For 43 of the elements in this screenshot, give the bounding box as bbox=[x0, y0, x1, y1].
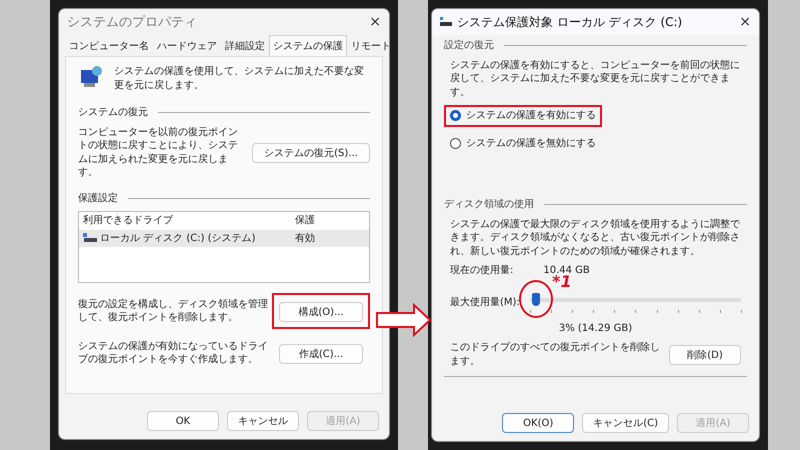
radio-option[interactable]: システムの保護を有効にする bbox=[444, 105, 602, 126]
tab[interactable]: 詳細設定 bbox=[221, 35, 269, 56]
field-label: 現在の使用量: bbox=[450, 264, 514, 278]
system-restore-button[interactable]: システムの復元(S)... bbox=[252, 142, 370, 162]
section-heading: システムの復元 bbox=[78, 106, 148, 120]
description-text: 復元の設定を構成し、ディスク領域を管理して、復元ポイントを削除します。 bbox=[78, 298, 269, 324]
description-text: システムの保護で最大限のディスク領域を使用するように調整できます。ディスク領域がなくなると、古い復元ポイントが削除され、新しい復元ポイントのための領域が確保されます。 bbox=[449, 218, 741, 258]
intro-text: システムの保護を使用して、システムに加えた不要な変更を元に戻します。 bbox=[114, 65, 365, 92]
usage-reading: 3% (14.29 GB) bbox=[558, 322, 634, 335]
tab[interactable]: ハードウェア bbox=[153, 35, 221, 56]
delete-button[interactable]: 削除(D) bbox=[669, 344, 741, 364]
field-label: 最大使用量(M): bbox=[450, 296, 520, 310]
section-heading: 設定の復元 bbox=[444, 39, 494, 52]
dialog-button[interactable]: キャンセル bbox=[227, 411, 299, 431]
description-text: コンピューターを以前の復元ポイントの状態に戻すことにより、システムに加えられた変更を元に戻します。 bbox=[78, 126, 239, 180]
computer-restore-icon bbox=[78, 65, 104, 89]
tab[interactable]: リモート bbox=[347, 35, 389, 56]
description-text: システムの保護を有効にすると、コンピューターを前回の状態に戻して、システムに加えた不要な変更を元に戻すことができます。 bbox=[449, 58, 741, 99]
slider-thumb[interactable] bbox=[532, 292, 540, 306]
dialog-button[interactable]: OK(O) bbox=[502, 413, 574, 433]
description-text: このドライブのすべての復元ポイントを削除します。 bbox=[450, 341, 661, 368]
window-title: システムのプロパティ bbox=[67, 14, 198, 31]
section-heading: ディスク領域の使用 bbox=[444, 198, 534, 212]
table-cell-text: 有効 bbox=[295, 232, 316, 245]
highlight-circle bbox=[519, 280, 554, 318]
column-header: 利用できるドライブ bbox=[83, 214, 174, 228]
drive-icon bbox=[83, 233, 97, 244]
description-text: システムの保護が有効になっているドライブの復元ポイントを今すぐ作成します。 bbox=[78, 340, 269, 366]
dialog-button[interactable]: OK bbox=[147, 411, 219, 431]
tab[interactable]: システムの保護 bbox=[269, 35, 347, 56]
section-heading: 保護設定 bbox=[78, 192, 118, 205]
action-button[interactable]: 構成(O)... bbox=[279, 302, 363, 322]
dialog-button[interactable]: キャンセル(C) bbox=[582, 413, 669, 433]
close-button[interactable]: × bbox=[739, 14, 751, 30]
action-button[interactable]: 作成(C)... bbox=[279, 344, 363, 364]
window-title: システム保護対象 ローカル ディスク (C:) bbox=[457, 14, 684, 30]
radio-option[interactable]: システムの保護を無効にする bbox=[444, 132, 602, 154]
column-header: 保護 bbox=[295, 214, 316, 228]
tab[interactable]: コンピューター名 bbox=[65, 35, 153, 56]
close-button[interactable]: × bbox=[369, 14, 381, 30]
drive-row[interactable]: ローカル ディスク (C:) (システム) 有効 bbox=[79, 230, 369, 247]
drive-icon bbox=[440, 17, 452, 27]
table-cell: ローカル ディスク (C:) (システム) bbox=[100, 232, 256, 245]
